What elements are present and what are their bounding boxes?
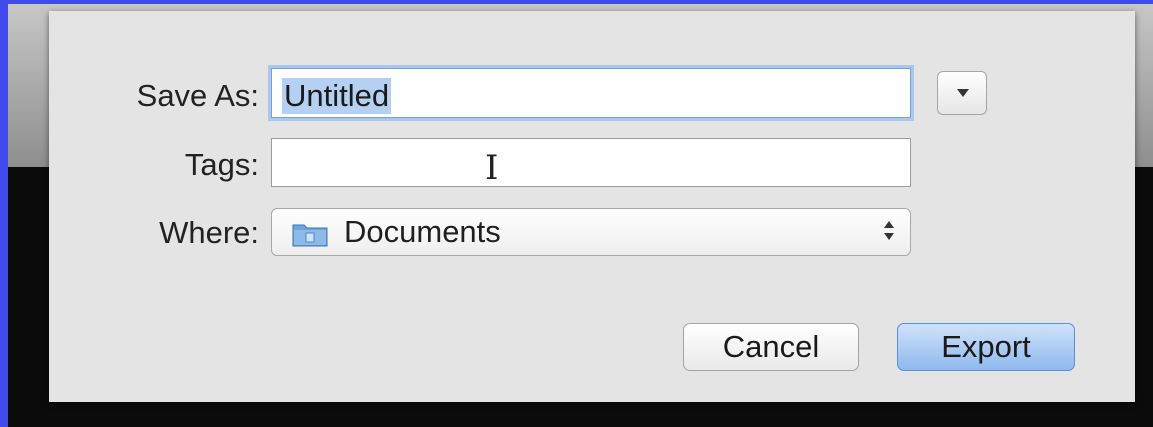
up-down-arrows-icon [884, 219, 896, 245]
where-select[interactable]: Documents [271, 208, 911, 256]
folder-icon [292, 224, 328, 247]
text-cursor-icon: I [485, 148, 499, 188]
save-as-value: Untitled [282, 78, 392, 114]
save-as-label: Save As: [136, 78, 259, 113]
where-value: Documents [344, 214, 501, 249]
tags-field[interactable]: I [271, 138, 911, 187]
tags-label: Tags: [184, 147, 259, 182]
save-as-field[interactable]: Untitled [271, 68, 911, 118]
cancel-button[interactable]: Cancel [683, 323, 859, 371]
chevron-down-icon [957, 89, 969, 97]
where-label: Where: [159, 215, 259, 250]
expand-dialog-button[interactable] [937, 71, 987, 115]
export-button[interactable]: Export [897, 323, 1075, 371]
save-dialog: Save As: Untitled Tags: I Where: Documen… [49, 11, 1135, 402]
